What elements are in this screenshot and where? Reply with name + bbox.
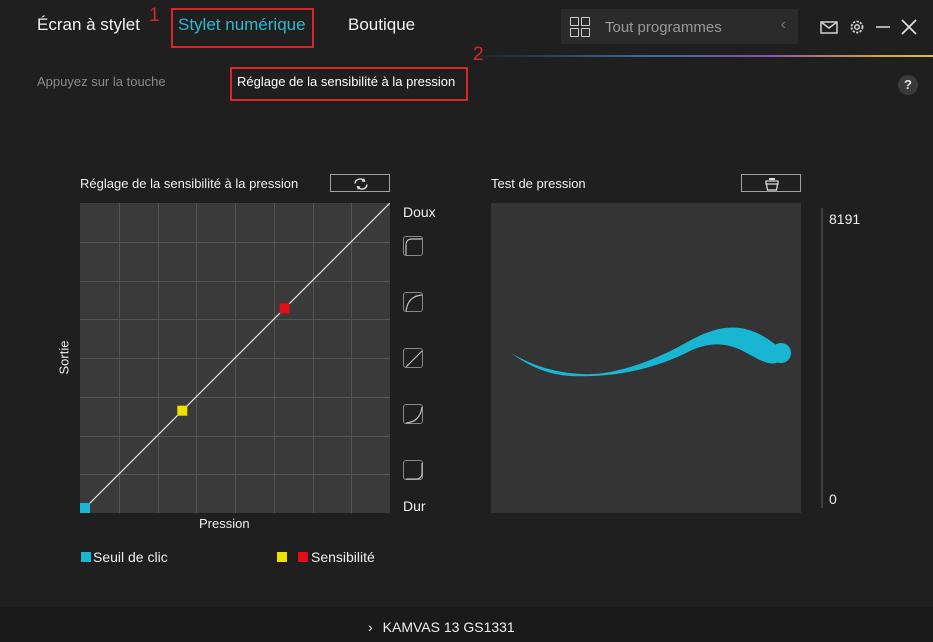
header-divider xyxy=(0,55,933,57)
help-icon[interactable]: ? xyxy=(898,75,918,95)
gear-icon[interactable] xyxy=(847,17,867,37)
pen-stroke xyxy=(511,327,791,377)
pressure-test-pad[interactable] xyxy=(491,203,801,513)
sensitivity-handle-yellow[interactable] xyxy=(177,405,188,416)
sensitivity-legend-swatch-yellow xyxy=(277,552,287,562)
preset-medium-hard-icon[interactable] xyxy=(403,404,423,424)
annotation-box-1 xyxy=(171,8,314,48)
sensitivity-legend-label: Sensibilité xyxy=(311,549,375,565)
mail-icon[interactable] xyxy=(819,17,839,37)
clear-icon xyxy=(765,178,779,191)
threshold-legend-label: Seuil de clic xyxy=(93,549,168,565)
preset-hard-icon[interactable] xyxy=(403,460,423,480)
pressure-min-value: 0 xyxy=(829,491,837,507)
x-axis-label: Pression xyxy=(199,516,250,531)
minimize-icon[interactable] xyxy=(873,17,893,37)
hard-label: Dur xyxy=(403,498,426,514)
sensitivity-handle-red[interactable] xyxy=(279,303,290,314)
device-selector[interactable]: › KAMVAS 13 GS1331 xyxy=(368,619,515,635)
sensitivity-legend-swatch-red xyxy=(298,552,308,562)
annotation-number-1: 1 xyxy=(149,5,160,26)
device-name: KAMVAS 13 GS1331 xyxy=(382,619,515,635)
close-icon[interactable] xyxy=(899,17,919,37)
chevron-left-icon[interactable]: ‹ xyxy=(781,16,786,34)
preset-soft-icon[interactable] xyxy=(403,236,423,256)
tab-store[interactable]: Boutique xyxy=(348,15,415,35)
refresh-icon xyxy=(354,178,368,190)
pressure-max-value: 8191 xyxy=(829,211,861,227)
program-selector[interactable]: Tout programmes ‹ xyxy=(561,9,798,44)
annotation-box-2 xyxy=(230,67,468,101)
pressure-test-title: Test de pression xyxy=(491,176,586,191)
grid-icon xyxy=(570,17,590,37)
subtab-press-key[interactable]: Appuyez sur la touche xyxy=(37,74,166,89)
soft-label: Doux xyxy=(403,204,436,220)
sensitivity-title: Réglage de la sensibilité à la pression xyxy=(80,176,299,191)
chevron-right-icon: › xyxy=(368,619,373,635)
preset-linear-icon[interactable] xyxy=(403,348,423,368)
annotation-number-2: 2 xyxy=(473,44,484,65)
sensitivity-graph[interactable] xyxy=(80,203,390,513)
pressure-meter xyxy=(821,208,823,508)
y-axis-label: Sortie xyxy=(56,340,72,375)
reset-button[interactable] xyxy=(330,174,390,192)
threshold-legend-swatch xyxy=(81,552,91,562)
preset-medium-soft-icon[interactable] xyxy=(403,292,423,312)
tab-pen-display[interactable]: Écran à stylet xyxy=(37,15,140,35)
clear-button[interactable] xyxy=(741,174,801,192)
program-selector-label: Tout programmes xyxy=(605,19,722,36)
click-threshold-handle[interactable] xyxy=(80,503,90,513)
